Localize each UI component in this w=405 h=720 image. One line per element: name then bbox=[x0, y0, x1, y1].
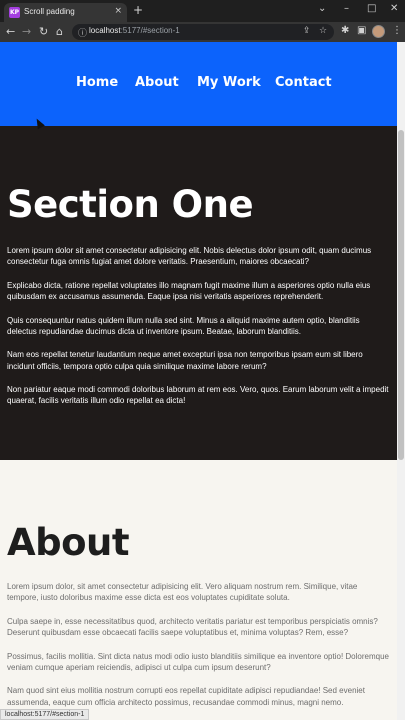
back-icon[interactable]: ← bbox=[6, 25, 15, 38]
window-close-icon[interactable]: ✕ bbox=[390, 3, 398, 14]
profile-avatar[interactable] bbox=[372, 25, 385, 38]
section-one-body: Lorem ipsum dolor sit amet consectetur a… bbox=[7, 245, 389, 419]
home-icon[interactable]: ⌂ bbox=[56, 25, 63, 38]
paragraph: Lorem ipsum dolor, sit amet consectetur … bbox=[7, 582, 358, 603]
site-navbar: Home About My Work Contact bbox=[0, 42, 397, 126]
section-about: About Lorem ipsum dolor, sit amet consec… bbox=[0, 460, 397, 720]
menu-kebab-icon[interactable]: ⋮ bbox=[392, 25, 402, 36]
about-body: Lorem ipsum dolor, sit amet consectetur … bbox=[7, 581, 389, 720]
page-scrollbar[interactable] bbox=[397, 42, 405, 720]
browser-toolbar: ← → ↻ ⌂ ⓘ localhost:5177/#section-1 ⇪ ☆ … bbox=[0, 22, 405, 42]
paragraph: Quis consequuntur natus quidem illum nul… bbox=[7, 315, 360, 336]
sidebar-icon[interactable]: ▣ bbox=[357, 25, 366, 36]
browser-tab-bar: KP Scroll padding × + ⌄ – □ ✕ bbox=[0, 0, 405, 22]
nav-link-about[interactable]: About bbox=[135, 75, 179, 90]
link-status-bar: localhost:5177/#section-1 bbox=[0, 709, 90, 720]
info-icon[interactable]: ⓘ bbox=[78, 26, 87, 39]
browser-tab[interactable]: KP Scroll padding × bbox=[4, 3, 127, 22]
paragraph: Explicabo dicta, ratione repellat volupt… bbox=[7, 280, 371, 301]
nav-link-contact[interactable]: Contact bbox=[275, 75, 332, 90]
page-viewport: Home About My Work Contact Section One L… bbox=[0, 42, 397, 720]
paragraph: Non pariatur eaque modi commodi doloribu… bbox=[7, 385, 389, 406]
nav-link-my-work[interactable]: My Work bbox=[197, 75, 261, 90]
new-tab-icon[interactable]: + bbox=[133, 4, 143, 16]
tab-title: Scroll padding bbox=[24, 7, 75, 16]
about-title: About bbox=[7, 521, 130, 564]
forward-icon[interactable]: → bbox=[22, 25, 31, 38]
reload-icon[interactable]: ↻ bbox=[39, 25, 48, 38]
paragraph: Culpa saepe in, esse necessitatibus quod… bbox=[7, 616, 378, 637]
maximize-icon[interactable]: □ bbox=[367, 3, 376, 14]
url-text[interactable]: localhost:5177/#section-1 bbox=[89, 26, 180, 35]
favicon-icon: KP bbox=[9, 7, 20, 18]
tab-search-icon[interactable]: ⌄ bbox=[318, 3, 326, 14]
paragraph: Possimus, facilis mollitia. Sint dicta n… bbox=[7, 651, 389, 672]
section-one: Section One Lorem ipsum dolor sit amet c… bbox=[0, 126, 397, 460]
minimize-icon[interactable]: – bbox=[344, 3, 349, 14]
paragraph: Nam eos repellat tenetur laudantium nequ… bbox=[7, 350, 363, 371]
url-path: :5177/#section-1 bbox=[120, 26, 180, 35]
nav-link-home[interactable]: Home bbox=[76, 75, 118, 90]
paragraph: Nam quod sint eius mollitia nostrum corr… bbox=[7, 686, 365, 707]
address-bar[interactable]: ⓘ localhost:5177/#section-1 ⇪ ☆ bbox=[72, 24, 334, 40]
bookmark-star-icon[interactable]: ☆ bbox=[319, 26, 327, 36]
url-host: localhost bbox=[89, 26, 121, 35]
paragraph: Lorem ipsum dolor sit amet consectetur a… bbox=[7, 246, 372, 267]
scrollbar-thumb[interactable] bbox=[398, 130, 404, 460]
extensions-icon[interactable]: ✱ bbox=[341, 25, 349, 36]
section-one-title: Section One bbox=[7, 183, 254, 226]
share-icon[interactable]: ⇪ bbox=[303, 26, 311, 36]
close-tab-icon[interactable]: × bbox=[114, 6, 122, 16]
